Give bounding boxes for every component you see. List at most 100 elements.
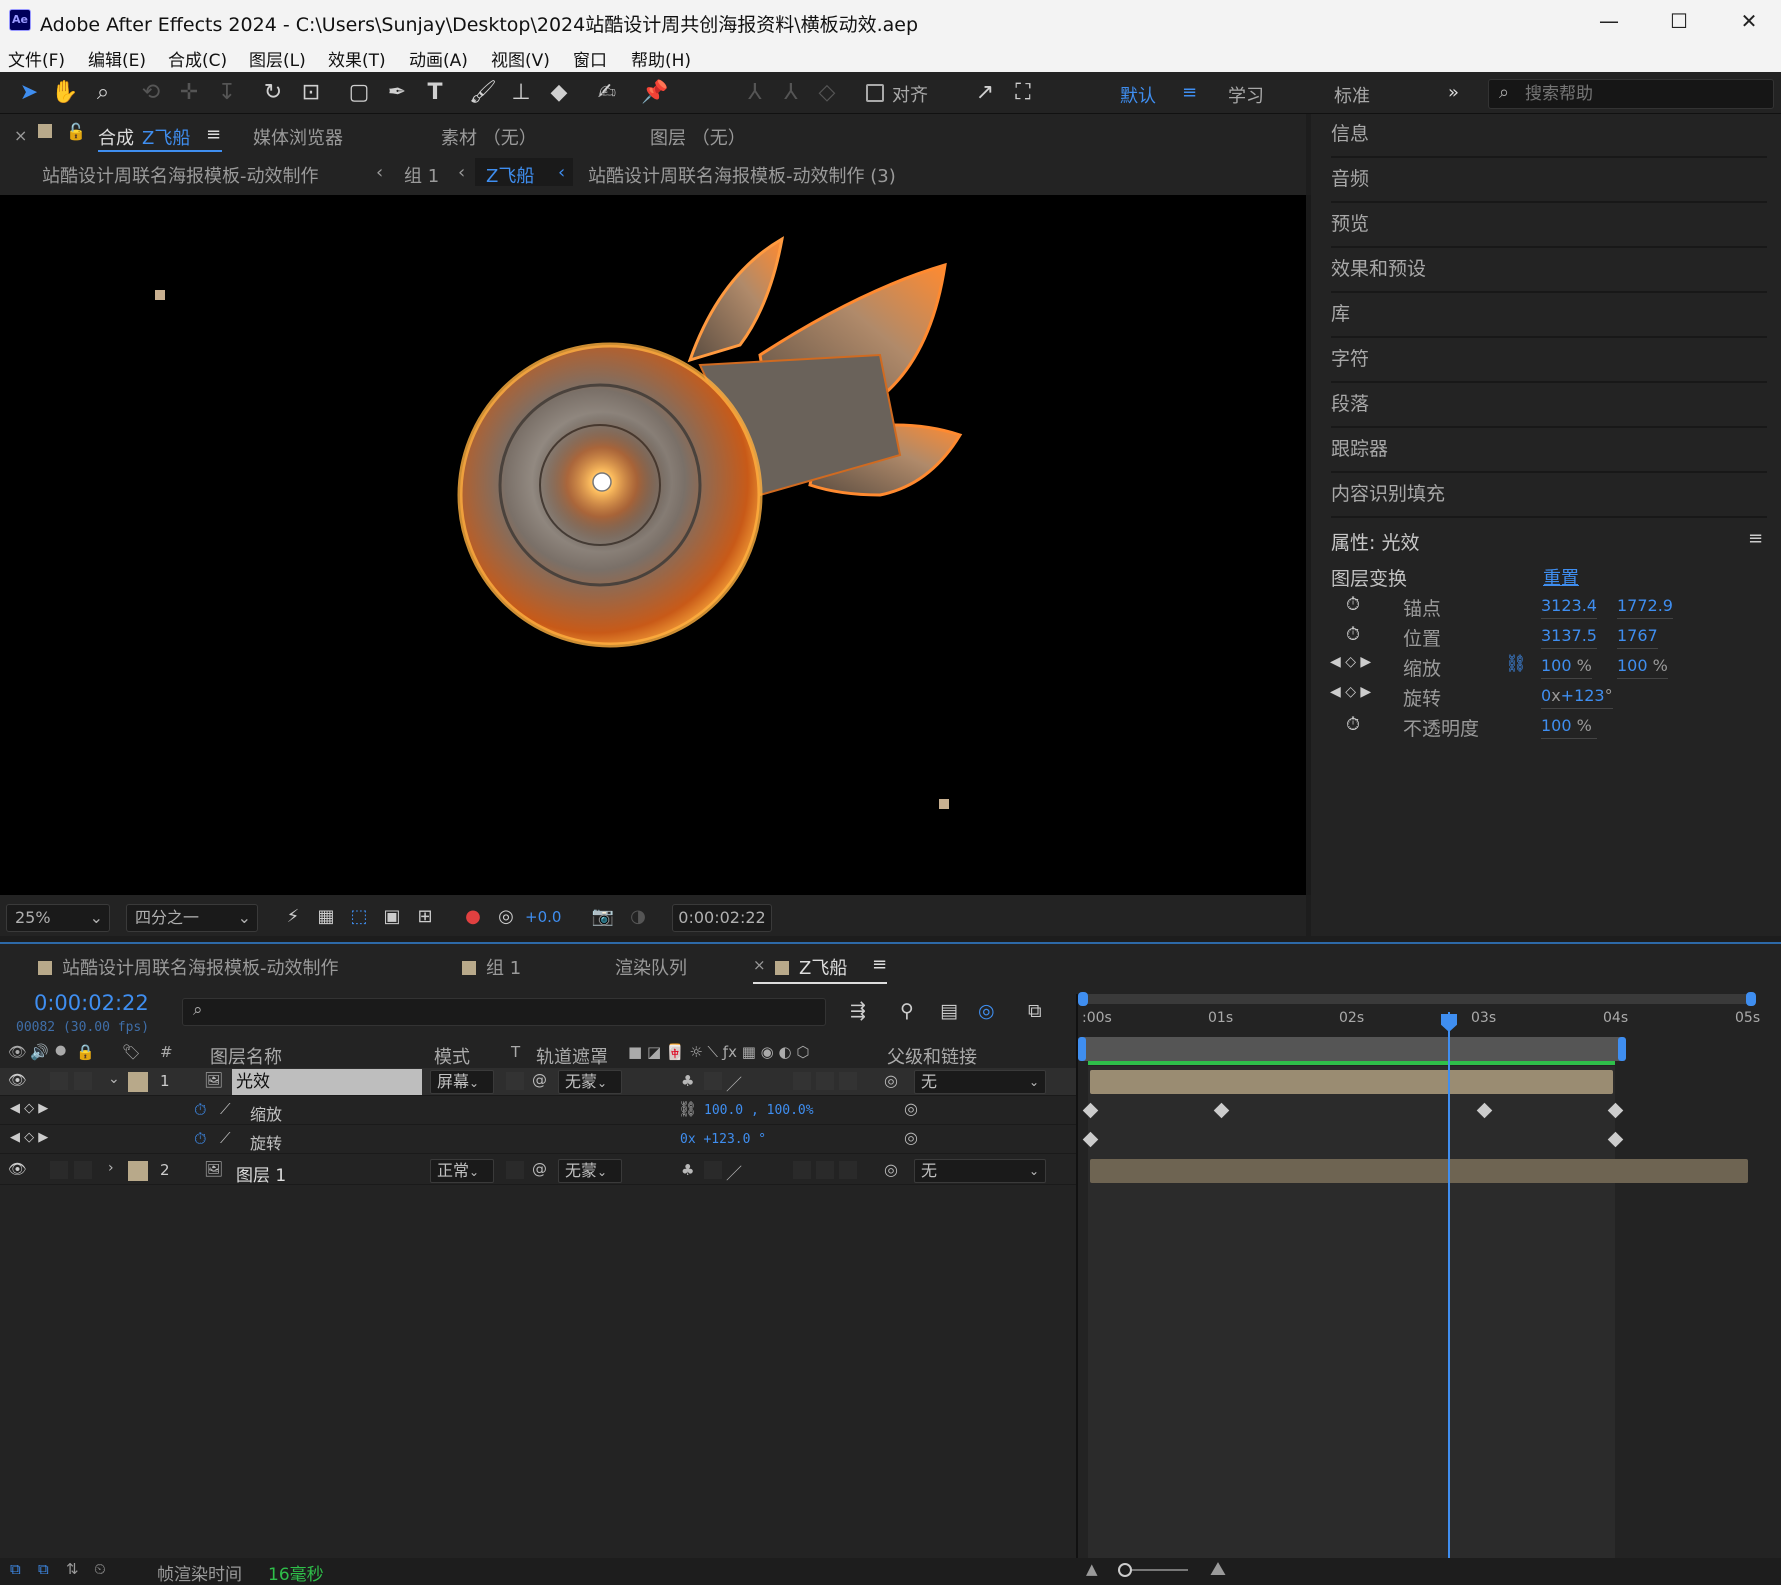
tab-group-1[interactable]: 组 1 [462,954,521,980]
work-area-start[interactable] [1078,1037,1086,1061]
menu-file[interactable]: 文件(F) [8,46,65,71]
parent-dropdown[interactable]: 无 ⌄ [914,1070,1046,1094]
minimize-button[interactable]: — [1586,6,1632,36]
lock-icon[interactable]: 🔓 [66,122,86,141]
blend-mode-dropdown[interactable]: 正常⌄ [430,1159,494,1183]
preserve-transparency-box[interactable] [506,1161,524,1179]
panel-paragraph[interactable]: 段落 [1331,384,1767,428]
tab-main-comp[interactable]: 站酷设计周联名海报模板-动效制作 [38,954,339,980]
menu-window[interactable]: 窗口 [573,46,607,71]
stopwatch-icon[interactable]: ⏱ [194,1129,206,1149]
zoom-slider-thumb[interactable] [1118,1563,1132,1577]
pen-tool-icon[interactable]: ✒ [382,78,412,108]
eye-icon[interactable]: 👁 [8,1160,27,1178]
workspace-standard[interactable]: 标准 [1334,82,1370,108]
tab-render-queue[interactable]: 渲染队列 [615,954,687,980]
shy-layers-icon[interactable]: ⚲ [900,1000,914,1022]
parent-pickwhip-icon[interactable]: ◎ [884,1071,898,1090]
hand-tool-icon[interactable]: ✋ [50,78,80,108]
eye-icon[interactable]: 👁 [8,1071,27,1089]
position-x-value[interactable]: 3137.5 [1541,626,1597,649]
3d-switch[interactable] [839,1072,857,1090]
scale-property-value[interactable]: 100.0 , 100.0% [704,1103,814,1118]
rotation-value[interactable]: 0x+123° [1541,686,1613,709]
stopwatch-icon[interactable]: ⏱ [1346,624,1360,645]
layer-name-field[interactable]: 光效 [232,1069,422,1095]
zoom-dropdown[interactable]: 25% ⌄ [6,904,110,932]
selection-tool-icon[interactable]: ➤ [14,78,44,108]
axis-world-icon[interactable]: ⅄ [776,78,806,108]
parent-dropdown[interactable]: 无 ⌄ [914,1159,1046,1183]
help-search[interactable]: ⌕ [1488,79,1774,109]
properties-menu-icon[interactable]: ≡ [1748,528,1763,549]
stopwatch-icon[interactable]: ⏱ [194,1100,206,1120]
track-matte-dropdown[interactable]: 无蒙⌄ [558,1070,622,1094]
panel-preview[interactable]: 预览 [1331,204,1767,248]
snapshot-camera-icon[interactable]: 📷 [590,904,616,930]
navigator-end-handle[interactable] [1746,992,1756,1006]
collapse-switch[interactable] [704,1072,722,1090]
keyframe-nav-icon[interactable]: ◀ ◇ ▶ [10,1101,48,1116]
panel-menu-icon[interactable]: ≡ [872,954,887,975]
work-area-bar[interactable] [1078,1037,1626,1061]
tab-footage[interactable]: 素材 （无） [441,124,537,150]
graph-icon[interactable]: ⟋ [220,1100,231,1118]
menu-layer[interactable]: 图层(L) [249,46,306,71]
panel-tracker[interactable]: 跟踪器 [1331,429,1767,473]
panel-menu-icon[interactable]: ≡ [206,124,221,145]
preserve-transparency-box[interactable] [506,1072,524,1090]
panel-libraries[interactable]: 库 [1331,294,1767,338]
work-area-end[interactable] [1618,1037,1626,1061]
more-workspaces-icon[interactable]: » [1448,82,1459,103]
close-tab-icon[interactable]: × [753,956,766,974]
pan-behind-tool-icon[interactable]: ⊡ [296,78,326,108]
stopwatch-icon[interactable]: ⏱ [1346,714,1360,735]
quality-switch-icon[interactable]: ／ [726,1071,742,1095]
tab-composition-prefix[interactable]: 合成 [98,124,134,150]
opacity-value[interactable]: 100 % [1541,716,1597,739]
menu-effect[interactable]: 效果(T) [328,46,386,71]
maximize-button[interactable]: ☐ [1656,6,1702,36]
transfer-toggle-icon[interactable]: ⇅ [66,1560,79,1578]
fast-previews-icon[interactable]: ⚡ [280,904,306,930]
rotate-tool-icon[interactable]: ↻ [258,78,288,108]
panel-info[interactable]: 信息 [1331,114,1767,158]
workspace-default[interactable]: 默认 [1120,82,1156,108]
track-matte-dropdown[interactable]: 无蒙⌄ [558,1159,622,1183]
panel-effects-presets[interactable]: 效果和预设 [1331,249,1767,293]
pickwhip-icon[interactable]: @ [532,1160,547,1178]
clone-stamp-tool-icon[interactable]: ⊥ [506,78,536,108]
breadcrumb-root[interactable]: 站酷设计周联名海报模板-动效制作 [42,162,319,188]
position-y-value[interactable]: 1767 [1617,626,1658,649]
timeline-split[interactable] [1076,994,1078,1558]
search-input[interactable] [1525,82,1765,106]
motion-blur-icon[interactable]: ◎ [978,1000,995,1022]
keyframe-nav-icon[interactable]: ◀ ◇ ▶ [1330,684,1371,700]
graph-icon[interactable]: ⟋ [220,1129,231,1147]
menu-edit[interactable]: 编辑(E) [88,46,146,71]
label-color-swatch[interactable] [128,1161,148,1181]
comp-toggle-icon[interactable]: ⧉ [10,1560,21,1578]
rotation-property-value[interactable]: 0x +123.0 ° [680,1132,766,1147]
frame-blending-icon[interactable]: ▤ [940,1000,958,1022]
chevron-right-icon[interactable]: › [108,1160,114,1176]
expression-pickwhip-icon[interactable]: ◎ [904,1128,918,1147]
motion-blur-switch[interactable] [793,1161,811,1179]
render-time-icon[interactable]: ⏲ [94,1560,106,1578]
expression-pickwhip-icon[interactable]: ◎ [904,1099,918,1118]
breadcrumb-group[interactable]: 组 1 [404,162,439,188]
tab-composition-name[interactable]: Z飞船 [142,124,190,150]
close-window-button[interactable]: ✕ [1726,6,1772,36]
keyframe-nav-icon[interactable]: ◀ ◇ ▶ [1330,654,1371,670]
layer-search-input[interactable]: ⌕ [182,998,826,1026]
blend-mode-dropdown[interactable]: 屏幕⌄ [430,1070,494,1094]
menu-composition[interactable]: 合成(C) [168,46,227,71]
navigator-start-handle[interactable] [1078,992,1088,1006]
label-column-icon[interactable]: 🏷 [122,1043,141,1061]
orbit-camera-icon[interactable]: ⟲ [136,78,166,108]
brush-tool-icon[interactable]: 🖌 [468,78,498,108]
scale-x-value[interactable]: 100 % [1541,656,1592,679]
axis-local-icon[interactable]: ⅄ [740,78,770,108]
comp-mini-flowchart-icon[interactable]: ⇶ [850,1000,866,1022]
shy-switch-icon[interactable]: ♣ [681,1072,694,1090]
